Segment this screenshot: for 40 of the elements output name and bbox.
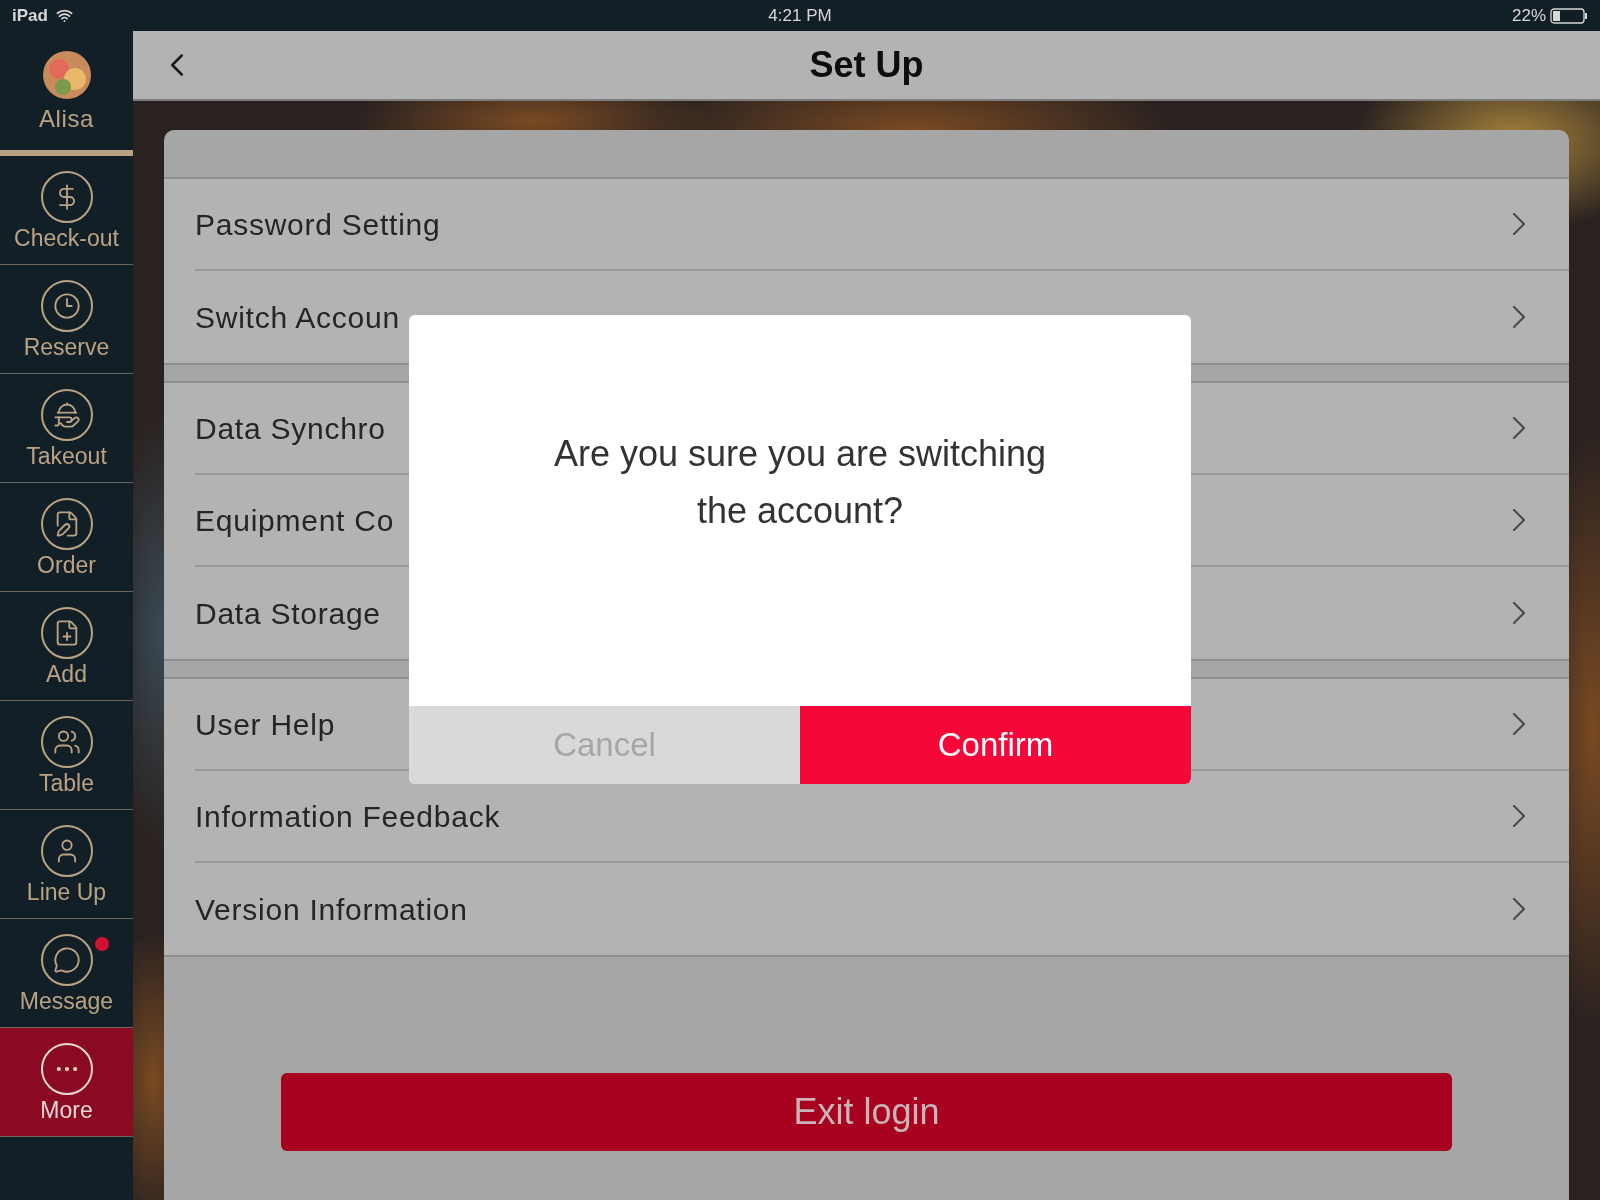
sidebar-label: More bbox=[40, 1098, 93, 1122]
device-name: iPad bbox=[12, 4, 48, 27]
settings-row[interactable]: Password Setting bbox=[195, 179, 1569, 271]
sidebar-item[interactable]: More bbox=[0, 1028, 133, 1137]
dollar-icon bbox=[40, 170, 93, 223]
more-icon bbox=[40, 1042, 93, 1095]
clock-icon bbox=[40, 279, 93, 332]
document-plus-icon bbox=[40, 606, 93, 659]
exit-login-button[interactable]: Exit login bbox=[281, 1073, 1452, 1151]
settings-row[interactable]: Version Information bbox=[195, 863, 1569, 955]
row-label: Data Synchro bbox=[195, 410, 386, 447]
row-label: User Help bbox=[195, 706, 336, 743]
sidebar-label: Takeout bbox=[26, 444, 107, 468]
row-label: Data Storage bbox=[195, 595, 381, 632]
sidebar-label: Order bbox=[37, 553, 96, 577]
sidebar-label: Check-out bbox=[14, 226, 119, 250]
avatar bbox=[42, 50, 91, 99]
user-name: Alisa bbox=[39, 106, 94, 131]
confirm-button[interactable]: Confirm bbox=[800, 706, 1191, 784]
status-time: 4:21 PM bbox=[767, 4, 833, 27]
row-label: Password Setting bbox=[195, 206, 441, 243]
sidebar-label: Line Up bbox=[26, 880, 107, 904]
sidebar-label: Message bbox=[19, 989, 114, 1013]
document-pen-icon bbox=[40, 497, 93, 550]
sidebar-label: Reserve bbox=[23, 335, 110, 359]
row-label: Equipment Co bbox=[195, 502, 395, 539]
battery-percent: 22% bbox=[1511, 4, 1546, 27]
row-label: Switch Accoun bbox=[195, 299, 400, 336]
wifi-icon bbox=[55, 7, 73, 24]
people-icon bbox=[40, 715, 93, 768]
person-icon bbox=[40, 824, 93, 877]
row-label: Information Feedback bbox=[195, 798, 501, 835]
battery-icon bbox=[1550, 7, 1588, 24]
sidebar-label: Table bbox=[39, 771, 94, 795]
chat-bubble-icon bbox=[40, 933, 93, 986]
serving-platter-icon bbox=[40, 388, 93, 441]
row-label: Version Information bbox=[195, 891, 468, 928]
dialog-message: Are you sure you are switching the account? bbox=[552, 432, 1048, 533]
sidebar-label: Add bbox=[46, 662, 87, 686]
page-title: Set Up bbox=[808, 43, 925, 87]
